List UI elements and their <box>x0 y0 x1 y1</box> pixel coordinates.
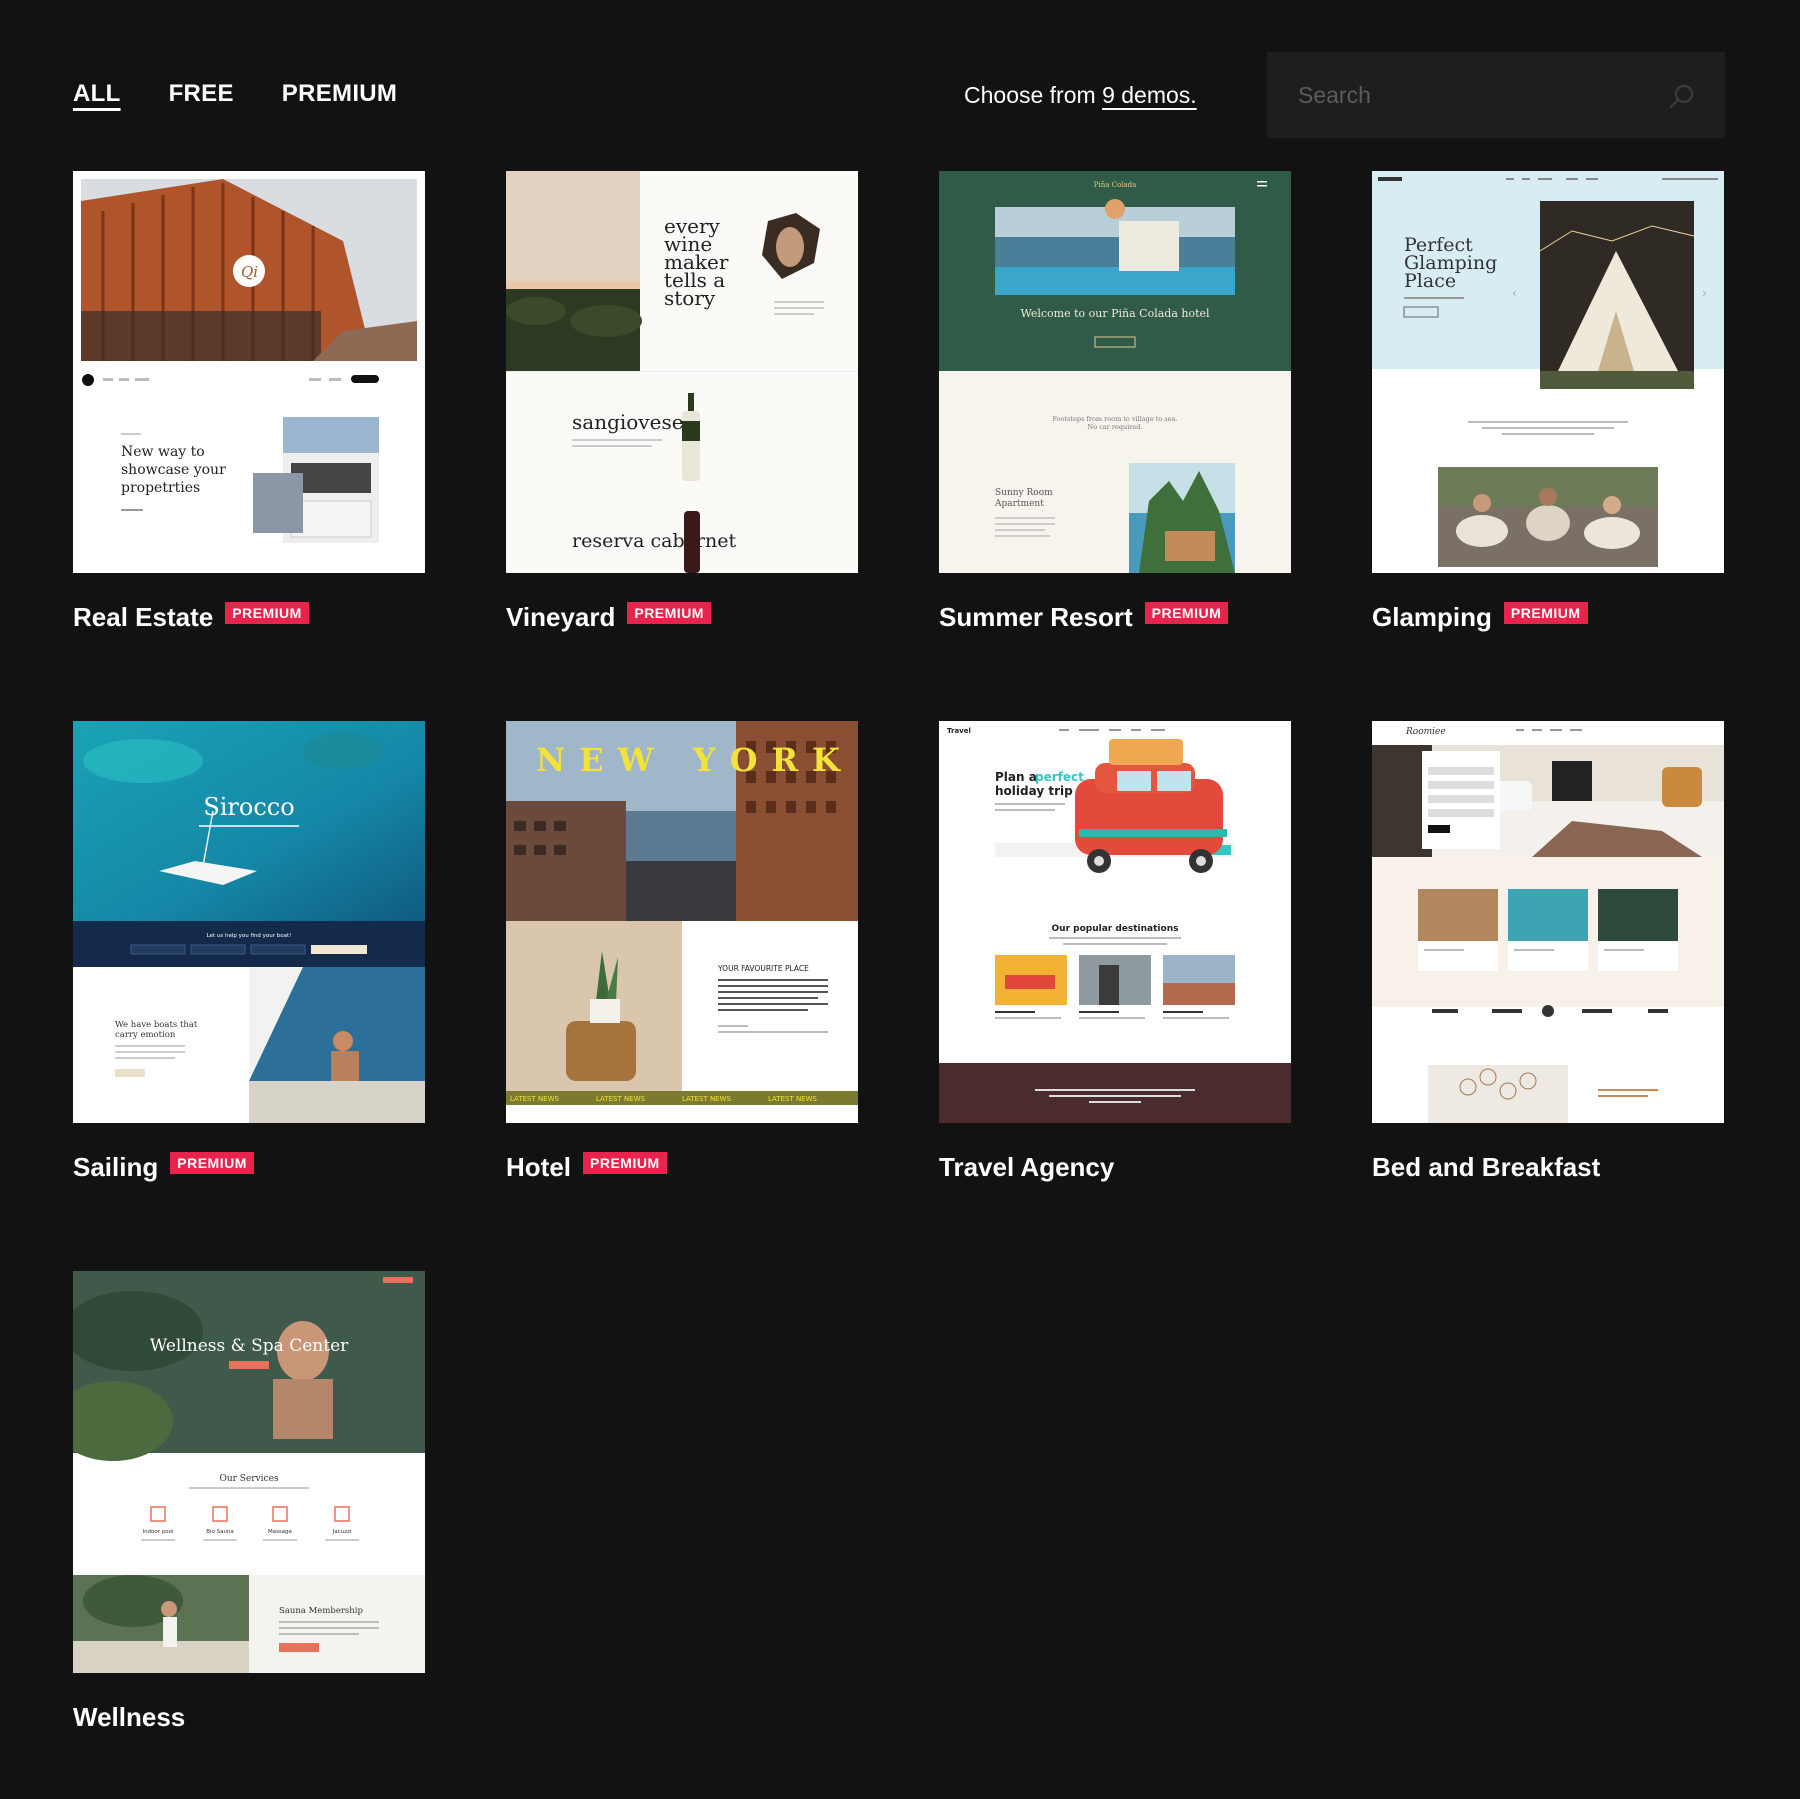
demo-thumbnail-sailing[interactable]: Sirocco Let us help you find your boat! … <box>73 721 425 1123</box>
demo-title-hotel[interactable]: Hotel <box>506 1152 571 1183</box>
wellness-section-title: Our Services <box>219 1474 278 1484</box>
demo-title-glamping[interactable]: Glamping <box>1372 602 1492 633</box>
summer-resort-brand: Piña Colada <box>1094 181 1137 189</box>
vineyard-wine-1: sangiovese <box>572 410 684 434</box>
demo-title-bed-and-breakfast[interactable]: Bed and Breakfast <box>1372 1152 1600 1183</box>
hotel-ticker-1: LATEST NEWS <box>510 1095 560 1103</box>
demo-thumbnail-glamping[interactable]: Perfect Glamping Place ‹ › <box>1372 171 1724 573</box>
hotel-headline: NEW YORK <box>536 741 854 779</box>
summer-resort-sub-2: No car required. <box>1088 423 1143 431</box>
demo-thumbnail-wellness[interactable]: Wellness & Spa Center Our Services Indoo… <box>73 1271 425 1673</box>
real-estate-headline-1: New way to <box>121 444 205 460</box>
summer-resort-sub-1: Footsteps from room to village to sea. <box>1053 415 1178 423</box>
filter-tabs: ALL FREE PREMIUM <box>73 80 397 108</box>
travel-brand: Travel <box>947 727 971 735</box>
travel-headline-accent: perfect <box>1035 770 1084 784</box>
wellness-membership: Sauna Membership <box>279 1606 363 1616</box>
travel-section-title: Our popular destinations <box>1052 924 1179 934</box>
demo-title-sailing[interactable]: Sailing <box>73 1152 158 1183</box>
hotel-ticker-2: LATEST NEWS <box>596 1095 646 1103</box>
wellness-service-2: Bio Sauna <box>206 1529 234 1535</box>
top-bar: ALL FREE PREMIUM Choose from 9 demos. <box>73 52 1725 138</box>
demo-thumbnail-vineyard[interactable]: every wine maker tells a story sangioves… <box>506 171 858 573</box>
travel-headline-1: Plan a <box>995 770 1037 784</box>
search-icon[interactable] <box>1669 83 1695 109</box>
demo-thumbnail-hotel[interactable]: NEW YORK YOUR FAVOURITE PLACE LATEST NEW… <box>506 721 858 1123</box>
bnb-brand: Roomiee <box>1405 727 1446 737</box>
demo-card-vineyard: every wine maker tells a story sangioves… <box>506 171 858 633</box>
filter-free[interactable]: FREE <box>169 80 234 108</box>
demo-count-prefix: Choose from <box>964 82 1103 108</box>
demo-title-summer-resort[interactable]: Summer Resort <box>939 602 1133 633</box>
sailing-brand: Sirocco <box>203 793 294 821</box>
premium-badge-real-estate: PREMIUM <box>225 601 309 624</box>
demo-thumbnail-travel-agency[interactable]: Travel Plan a perfect holiday trip Our p… <box>939 721 1291 1123</box>
demo-card-summer-resort: Piña Colada Welcome to our Piña Colada h… <box>939 171 1291 633</box>
sailing-text-1: We have boats that <box>115 1020 198 1030</box>
demo-title-travel-agency[interactable]: Travel Agency <box>939 1152 1114 1183</box>
wellness-service-4: Jacuzzi <box>332 1529 352 1535</box>
demo-title-wellness[interactable]: Wellness <box>73 1702 185 1733</box>
svg-text:›: › <box>1702 286 1707 300</box>
search-box <box>1267 52 1725 138</box>
vineyard-line-5: story <box>664 286 716 310</box>
vineyard-wine-2: reserva cabernet <box>572 530 736 552</box>
premium-badge-summer-resort: PREMIUM <box>1144 601 1229 624</box>
demo-thumbnail-bed-and-breakfast[interactable]: Roomiee <box>1372 721 1724 1123</box>
travel-headline-2: holiday trip <box>995 784 1073 798</box>
demo-title-vineyard[interactable]: Vineyard <box>506 602 615 633</box>
demo-count-link[interactable]: 9 demos. <box>1102 82 1197 108</box>
premium-badge-glamping: PREMIUM <box>1503 601 1588 624</box>
demo-card-travel-agency: Travel Plan a perfect holiday trip Our p… <box>939 721 1291 1183</box>
wellness-service-3: Massage <box>268 1529 293 1535</box>
demo-card-real-estate: Qi New way to showcase your propetrties … <box>73 171 425 633</box>
filter-premium[interactable]: PREMIUM <box>282 80 397 108</box>
real-estate-headline-3: propetrties <box>121 480 200 496</box>
hotel-ticker-3: LATEST NEWS <box>682 1095 732 1103</box>
demo-count-text: Choose from 9 demos. <box>964 82 1197 109</box>
filter-all[interactable]: ALL <box>73 80 121 108</box>
demo-card-hotel: NEW YORK YOUR FAVOURITE PLACE LATEST NEW… <box>506 721 858 1183</box>
demo-thumbnail-real-estate[interactable]: Qi New way to showcase your propetrties <box>73 171 425 573</box>
demo-card-glamping: Perfect Glamping Place ‹ › Glamping PREM… <box>1372 171 1724 633</box>
summer-resort-room-1: Sunny Room <box>995 488 1053 498</box>
search-input[interactable] <box>1267 52 1725 138</box>
sailing-search-prompt: Let us help you find your boat! <box>207 933 292 939</box>
summer-resort-room-2: Apartment <box>994 499 1044 509</box>
demo-card-wellness: Wellness & Spa Center Our Services Indoo… <box>73 1271 425 1733</box>
demo-title-real-estate[interactable]: Real Estate <box>73 602 213 633</box>
demo-thumbnail-summer-resort[interactable]: Piña Colada Welcome to our Piña Colada h… <box>939 171 1291 573</box>
wellness-service-1: Indoor pool <box>142 1529 174 1535</box>
summer-resort-welcome: Welcome to our Piña Colada hotel <box>1020 307 1210 320</box>
real-estate-headline-2: showcase your <box>121 462 226 478</box>
real-estate-logo: Qi <box>241 263 258 281</box>
wellness-headline: Wellness & Spa Center <box>150 1336 349 1356</box>
premium-badge-vineyard: PREMIUM <box>627 601 711 624</box>
glamping-headline-3: Place <box>1404 270 1456 292</box>
svg-text:‹: ‹ <box>1512 286 1517 300</box>
hotel-ticker-4: LATEST NEWS <box>768 1095 818 1103</box>
sailing-text-2: carry emotion <box>115 1030 176 1040</box>
demo-card-sailing: Sirocco Let us help you find your boat! … <box>73 721 425 1183</box>
premium-badge-hotel: PREMIUM <box>583 1151 667 1174</box>
hotel-section-title: YOUR FAVOURITE PLACE <box>717 964 809 973</box>
demo-card-bed-and-breakfast: Roomiee Bed and Breakfast <box>1372 721 1724 1183</box>
premium-badge-sailing: PREMIUM <box>170 1151 254 1174</box>
